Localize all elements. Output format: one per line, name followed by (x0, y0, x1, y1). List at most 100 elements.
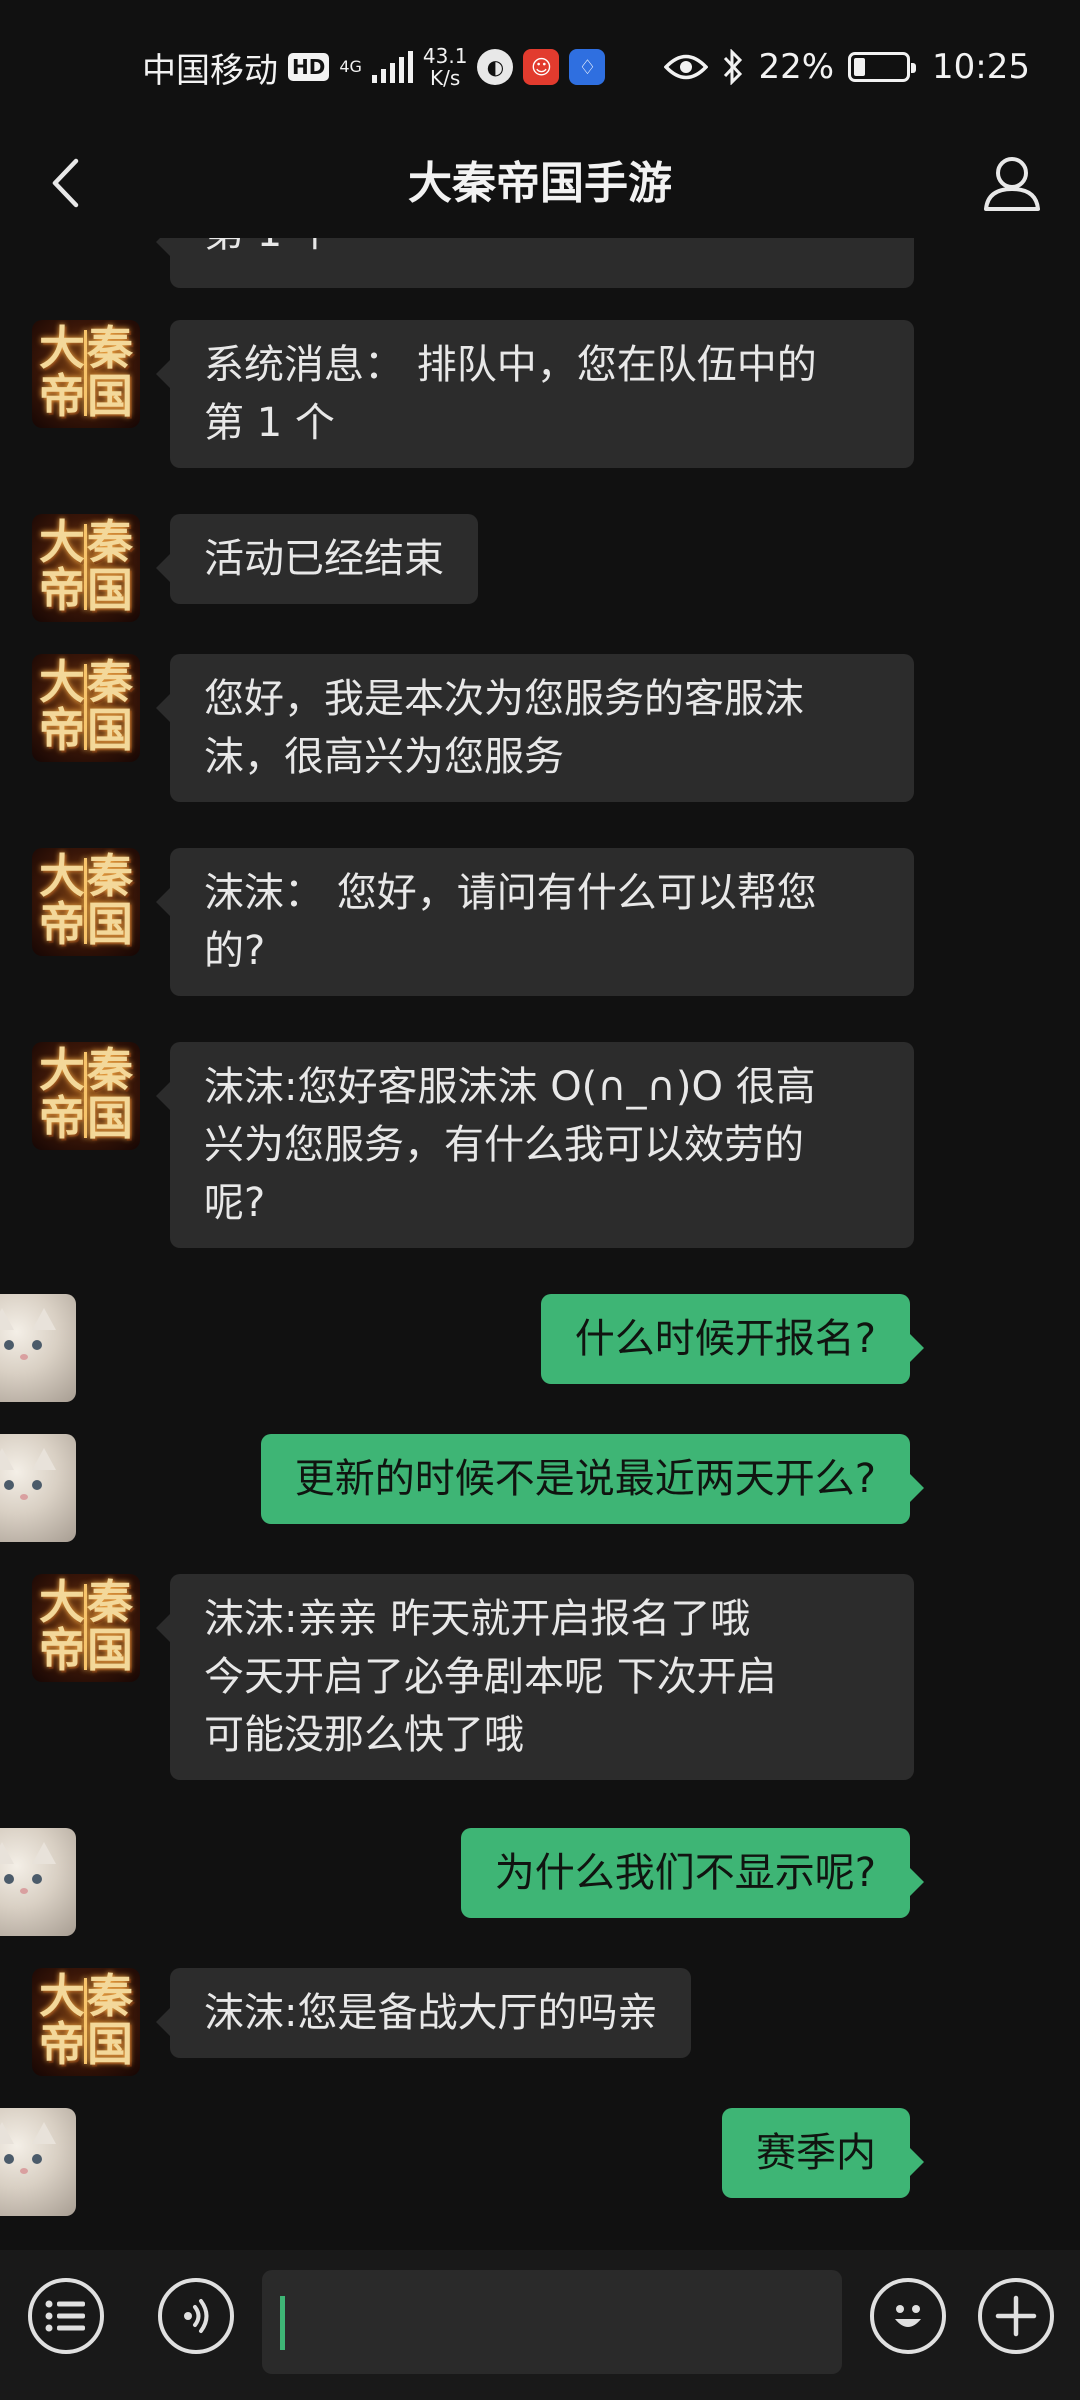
avatar-glyph: 帝 (39, 703, 85, 757)
message-line: 兴为您服务，有什么我可以效劳的 (204, 1122, 804, 1168)
message-incoming: 大秦帝国 活动已经结束 (0, 514, 1080, 622)
message-line: 沫沫:您好客服沫沫 O(∩_∩)O 很高 (204, 1064, 816, 1110)
avatar-glyph: 秦 (87, 655, 133, 709)
carrier-name: 中国移动 (142, 50, 278, 91)
user-avatar[interactable] (0, 1294, 76, 1402)
message-bubble[interactable]: 更新的时候不是说最近两天开么? (260, 1434, 925, 1524)
message-bubble[interactable]: 第 1 个 (156, 238, 914, 288)
avatar-glyph: 秦 (87, 1969, 133, 2023)
lightbulb-icon: ♢ (569, 49, 606, 85)
avatar-glyph: 国 (87, 1091, 133, 1145)
avatar-glyph: 国 (87, 703, 133, 757)
avatar-glyph: 帝 (39, 369, 85, 423)
clock: 10:25 (932, 47, 1030, 87)
message-line: 呢? (204, 1180, 266, 1226)
avatar-glyph: 帝 (39, 563, 85, 617)
message-outgoing: 更新的时候不是说最近两天开么? (0, 1434, 1080, 1542)
message-line: 赛季内 (756, 2130, 876, 2176)
message-line: 您好，我是本次为您服务的客服沫 (204, 676, 804, 722)
chat-title: 大秦帝国手游 (408, 158, 672, 209)
message-bubble[interactable]: 沫沫:您好客服沫沫 O(∩_∩)O 很高 兴为您服务，有什么我可以效劳的 呢? (156, 1042, 914, 1248)
battery-level (854, 58, 866, 76)
chat-header: 大秦帝国手游 (0, 130, 1080, 238)
message-bubble[interactable]: 沫沫： 您好，请问有什么可以帮您 的? (156, 848, 914, 996)
message-bubble[interactable]: 赛季内 (722, 2108, 924, 2198)
message-line: 沫沫:您是备战大厅的吗亲 (204, 1990, 658, 2036)
user-avatar[interactable] (0, 2108, 76, 2216)
message-line: 系统消息： 排队中，您在队伍中的 (204, 342, 817, 388)
app-notification-icon: ◐ (477, 49, 514, 85)
avatar-glyph: 帝 (39, 2017, 85, 2071)
message-bubble[interactable]: 沫沫:您是备战大厅的吗亲 (155, 1968, 692, 2058)
network-type-label: 4G (339, 57, 362, 76)
status-right: 22% 10:25 (664, 40, 1030, 94)
message-outgoing: 为什么我们不显示呢? (0, 1828, 1080, 1936)
game-avatar[interactable]: 大秦帝国 (32, 1042, 140, 1150)
message-line: 第 1 个 (204, 400, 335, 446)
avatar-glyph: 帝 (39, 897, 85, 951)
message-outgoing: 什么时候开报名? (0, 1294, 1080, 1402)
message-bubble[interactable]: 什么时候开报名? (540, 1294, 925, 1384)
app-notification-icon: ☺ (523, 49, 560, 85)
message-bubble[interactable]: 您好，我是本次为您服务的客服沫 沫，很高兴为您服务 (156, 654, 914, 802)
hd-badge: HD (288, 53, 330, 81)
profile-button[interactable] (972, 144, 1052, 224)
message-incoming: 大秦帝国 沫沫： 您好，请问有什么可以帮您 的? (0, 848, 1080, 996)
message-bubble[interactable]: 为什么我们不显示呢? (460, 1828, 925, 1918)
profile-icon (984, 157, 1040, 211)
emoji-icon (895, 2305, 921, 2327)
game-avatar[interactable]: 大秦帝国 (32, 320, 140, 428)
avatar-glyph: 秦 (87, 1575, 133, 1629)
avatar-glyph: 大 (39, 655, 85, 709)
message-line: 的? (204, 928, 266, 974)
plus-icon (995, 2295, 1037, 2337)
menu-button[interactable] (28, 2278, 104, 2354)
avatar-glyph: 秦 (87, 1043, 133, 1097)
avatar-glyph: 秦 (87, 515, 133, 569)
voice-icon (184, 2299, 209, 2333)
avatar-glyph: 帝 (39, 1091, 85, 1145)
input-bar (0, 2250, 1080, 2400)
message-line: 沫沫： 您好，请问有什么可以帮您 (204, 870, 817, 916)
message-line: 沫，很高兴为您服务 (204, 734, 564, 780)
message-bubble[interactable]: 系统消息： 排队中，您在队伍中的 第 1 个 (156, 320, 914, 468)
game-avatar[interactable]: 大秦帝国 (32, 654, 140, 762)
avatar-glyph: 大 (39, 849, 85, 903)
network-speed: 43.1 K/s (423, 45, 468, 89)
avatar-glyph: 国 (87, 369, 133, 423)
game-avatar[interactable]: 大秦帝国 (32, 1968, 140, 2076)
bluetooth-icon (724, 49, 743, 85)
message-incoming: 大秦帝国 沫沫:您是备战大厅的吗亲 (0, 1968, 1080, 2076)
message-line: 第 1 个 (204, 238, 880, 262)
avatar-glyph: 大 (39, 515, 85, 569)
game-avatar[interactable]: 大秦帝国 (32, 1574, 140, 1682)
avatar-glyph: 国 (87, 897, 133, 951)
message-input-box[interactable] (262, 2270, 842, 2374)
battery-icon (848, 52, 917, 82)
message-line: 什么时候开报名? (574, 1316, 876, 1362)
avatar-glyph: 大 (39, 1575, 85, 1629)
message-bubble[interactable]: 活动已经结束 (156, 514, 478, 604)
chat-messages[interactable]: 第 1 个 大秦帝国 系统消息： 排队中，您在队伍中的 第 1 个 大秦帝国 活… (0, 238, 1080, 2234)
user-avatar[interactable] (0, 1828, 76, 1936)
message-input[interactable] (292, 2270, 832, 2374)
battery-percent: 22% (758, 47, 835, 87)
speed-value: 43.1 (422, 44, 468, 68)
message-bubble[interactable]: 沫沫:亲亲 昨天就开启报名了哦 今天开启了必争剧本呢 下次开启 可能没那么快了哦 (156, 1574, 914, 1780)
message-line: 今天开启了必争剧本呢 下次开启 (204, 1654, 777, 1700)
avatar-glyph: 帝 (39, 1623, 85, 1677)
message-line: 可能没那么快了哦 (204, 1712, 524, 1758)
message-incoming: 大秦帝国 您好，我是本次为您服务的客服沫 沫，很高兴为您服务 (0, 654, 1080, 802)
avatar-glyph: 国 (87, 2017, 133, 2071)
game-avatar[interactable]: 大秦帝国 (32, 514, 140, 622)
user-avatar[interactable] (0, 1434, 76, 1542)
emoji-button[interactable] (870, 2278, 946, 2354)
message-line: 更新的时候不是说最近两天开么? (294, 1456, 876, 1502)
avatar-glyph: 大 (39, 1043, 85, 1097)
eye-icon (664, 54, 709, 80)
plus-button[interactable] (978, 2278, 1054, 2354)
voice-button[interactable] (158, 2278, 234, 2354)
message-incoming: 大秦帝国 沫沫:亲亲 昨天就开启报名了哦 今天开启了必争剧本呢 下次开启 可能没… (0, 1574, 1080, 1780)
text-cursor (280, 2296, 285, 2350)
game-avatar[interactable]: 大秦帝国 (32, 848, 140, 956)
